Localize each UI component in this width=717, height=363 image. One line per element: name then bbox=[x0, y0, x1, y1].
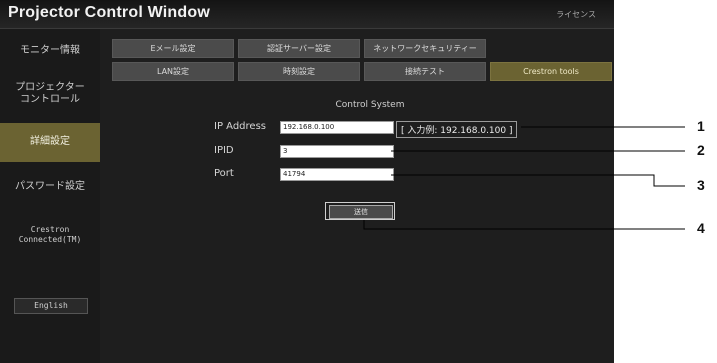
ip-address-example: [ 入力例: 192.168.0.100 ] bbox=[396, 121, 518, 138]
title-bar: Projector Control Window ライセンス bbox=[0, 0, 614, 29]
tab-connection-test[interactable]: 接続テスト bbox=[364, 62, 486, 81]
sidebar-item-label: プロジェクター コントロール bbox=[15, 81, 85, 106]
tab-lan-settings[interactable]: LAN設定 bbox=[112, 62, 234, 81]
ipid-input[interactable]: 3 bbox=[280, 145, 394, 158]
sidebar-item-label: Crestron Connected(TM) bbox=[18, 225, 82, 244]
tab-time-settings[interactable]: 時刻設定 bbox=[238, 62, 360, 81]
control-system-heading: Control System bbox=[335, 100, 405, 110]
sidebar-item-projector-control[interactable]: プロジェクター コントロール bbox=[0, 77, 100, 111]
sidebar-item-password-settings[interactable]: パスワード設定 bbox=[0, 175, 100, 199]
sidebar-item-crestron-connected[interactable]: Crestron Connected(TM) bbox=[0, 218, 100, 252]
window-title: Projector Control Window bbox=[8, 4, 210, 21]
port-input[interactable]: 41794 bbox=[280, 168, 394, 181]
sidebar: モニター情報 プロジェクター コントロール 詳細設定 パスワード設定 Crest… bbox=[0, 29, 100, 363]
tab-email-settings[interactable]: Eメール設定 bbox=[112, 39, 234, 58]
port-label: Port bbox=[214, 168, 234, 179]
tab-auth-server-settings[interactable]: 認証サーバー設定 bbox=[238, 39, 360, 58]
apply-button[interactable]: 送信 bbox=[329, 205, 393, 219]
ip-address-label: IP Address bbox=[214, 121, 266, 132]
license-link[interactable]: ライセンス bbox=[556, 9, 596, 20]
sidebar-item-detailed-settings[interactable]: 詳細設定 bbox=[0, 123, 100, 162]
sidebar-item-monitor-info[interactable]: モニター情報 bbox=[0, 39, 100, 63]
tab-crestron-tools[interactable]: Crestron tools bbox=[490, 62, 612, 81]
callout-number-2: 2 bbox=[697, 142, 705, 158]
callout-number-1: 1 bbox=[697, 118, 705, 134]
callout-number-3: 3 bbox=[697, 177, 705, 193]
apply-button-frame: 送信 bbox=[325, 202, 395, 220]
ip-address-input[interactable]: 192.168.0.100 bbox=[280, 121, 394, 134]
ipid-label: IPID bbox=[214, 145, 234, 156]
callout-number-4: 4 bbox=[697, 220, 705, 236]
english-button[interactable]: English bbox=[14, 298, 88, 314]
projector-control-window: Projector Control Window ライセンス モニター情報 プロ… bbox=[0, 0, 614, 363]
tab-network-security[interactable]: ネットワークセキュリティー bbox=[364, 39, 486, 58]
